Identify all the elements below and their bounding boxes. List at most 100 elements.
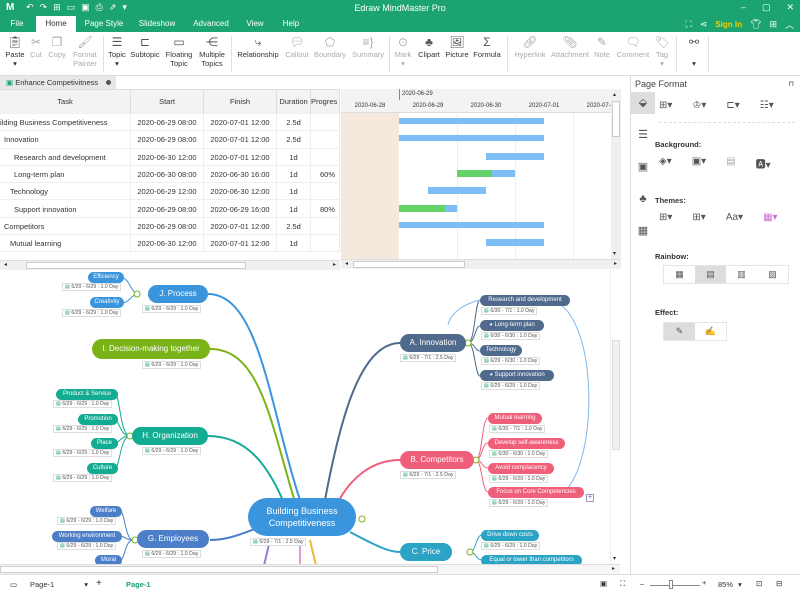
topic-process[interactable]: J. Process bbox=[148, 285, 208, 303]
add-topic-icon[interactable]: + bbox=[586, 494, 594, 502]
cell-start[interactable]: 2020-06-29 12:00 bbox=[131, 183, 204, 201]
rainbow-option-3[interactable]: ▥ bbox=[726, 266, 757, 283]
sign-in-button[interactable]: Sign In bbox=[715, 20, 742, 29]
rainbow-option-2[interactable]: ▤ bbox=[695, 266, 726, 283]
cell-progress[interactable] bbox=[311, 217, 340, 235]
cell-start[interactable]: 2020-06-29 08:00 bbox=[131, 217, 204, 235]
subtopic-long-term-plan[interactable]: ◕ Long-term plan bbox=[480, 320, 544, 331]
topic-button[interactable]: ☰ Topic ▾ bbox=[106, 34, 128, 68]
subtopic-focus-core-competencies[interactable]: Focus on Core Competencies bbox=[488, 487, 584, 498]
tab-help[interactable]: Help bbox=[276, 16, 306, 32]
table-horizontal-scrollbar[interactable]: ◂ ▸ bbox=[0, 260, 340, 270]
table-row[interactable]: Long-term plan 2020-06-30 08:00 2020-06-30… bbox=[0, 165, 340, 184]
scroll-right-icon[interactable]: ▸ bbox=[614, 260, 617, 267]
floating-topic-button[interactable]: ▭ Floating Topic bbox=[163, 34, 195, 68]
table-row[interactable]: Competitors 2020-06-29 08:00 2020-07-01 12… bbox=[0, 217, 340, 236]
table-row[interactable]: Innovation 2020-06-29 08:00 2020-07-01 12:… bbox=[0, 131, 340, 149]
subtopic-efficiency[interactable]: Efficiency bbox=[88, 272, 124, 283]
table-row[interactable]: ilding Business Competitiveness 2020-06-2… bbox=[0, 114, 340, 132]
cell-start[interactable]: 2020-06-30 12:00 bbox=[131, 148, 204, 166]
layout-button[interactable]: ⚯ ▾ bbox=[684, 34, 704, 68]
layout-icon[interactable]: ⊞▾ bbox=[659, 100, 672, 111]
zoom-in-button[interactable]: + bbox=[702, 578, 706, 587]
subtopic-promotion[interactable]: Promotion bbox=[78, 414, 118, 425]
outline-list-icon[interactable]: ☰ bbox=[631, 124, 655, 146]
numbering-icon[interactable]: ☷▾ bbox=[760, 100, 774, 111]
column-header-duration[interactable]: Duration bbox=[277, 90, 311, 114]
column-header-task[interactable]: Task bbox=[0, 90, 131, 114]
chart-vertical-scrollbar[interactable]: ▴ ▾ bbox=[611, 89, 621, 259]
central-topic[interactable]: Building Business Competitiveness bbox=[248, 498, 356, 536]
task-bar[interactable] bbox=[486, 152, 544, 160]
cell-progress[interactable]: 60% bbox=[311, 165, 340, 183]
scrollbar-thumb[interactable] bbox=[353, 261, 465, 268]
cell-duration[interactable]: 1d bbox=[277, 183, 311, 201]
cell-start[interactable]: 2020-06-29 08:00 bbox=[131, 114, 204, 131]
topic-innovation[interactable]: A. Innovation bbox=[400, 334, 466, 352]
summary-task-bar[interactable] bbox=[399, 135, 544, 142]
cell-task[interactable]: Mutual learning bbox=[0, 235, 131, 253]
cell-task[interactable]: Innovation bbox=[0, 131, 131, 149]
pin-icon[interactable]: ⊓ bbox=[789, 80, 794, 88]
tab-advanced[interactable]: Advanced bbox=[188, 16, 234, 32]
column-header-finish[interactable]: Finish bbox=[204, 90, 277, 114]
subtopic-creativity[interactable]: Creativity bbox=[90, 297, 124, 308]
cell-duration[interactable]: 2.5d bbox=[277, 217, 311, 235]
cell-start[interactable]: 2020-06-30 08:00 bbox=[131, 165, 204, 183]
task-bar[interactable] bbox=[428, 187, 486, 195]
task-bar[interactable] bbox=[486, 239, 544, 247]
scrollbar-thumb[interactable] bbox=[26, 262, 246, 269]
zoom-slider-thumb[interactable] bbox=[669, 580, 674, 589]
scroll-right-icon[interactable]: ▸ bbox=[333, 261, 336, 268]
cell-duration[interactable]: 2.5d bbox=[277, 114, 311, 131]
subtopic-avoid-complacency[interactable]: Avoid complacency bbox=[488, 463, 554, 474]
task-panel-icon[interactable]: ▦ bbox=[631, 220, 655, 242]
subtopic-mutual-learning[interactable]: Mutual learning bbox=[488, 413, 542, 424]
tab-home[interactable]: Home bbox=[36, 16, 76, 32]
theme-icon[interactable]: ⊞▾ bbox=[659, 212, 672, 223]
tag-button[interactable]: 🏷︎ Tag ▾ bbox=[653, 34, 671, 68]
document-tab[interactable]: ▣ Enhance Competivitness bbox=[0, 76, 116, 89]
cell-progress[interactable] bbox=[311, 131, 340, 149]
cell-progress[interactable] bbox=[311, 235, 340, 253]
structure-icon[interactable]: ♔▾ bbox=[692, 100, 706, 111]
connector-style-icon[interactable]: ⊏▾ bbox=[726, 100, 739, 111]
mindmap-canvas[interactable]: Building Business Competitiveness 6/29 -… bbox=[0, 270, 620, 574]
apps-icon[interactable]: ⊞ bbox=[769, 19, 777, 30]
subtopic-working-environment[interactable]: Working environment bbox=[52, 531, 122, 542]
canvas-horizontal-scrollbar[interactable]: ▸ bbox=[0, 564, 620, 574]
topic-employees[interactable]: G. Employees bbox=[137, 530, 209, 548]
cell-duration[interactable]: 1d bbox=[277, 200, 311, 218]
subtopic-welfare[interactable]: Welfare bbox=[90, 506, 122, 517]
topic-decision-making[interactable]: I. Decision-making together bbox=[92, 339, 210, 359]
topic-organization[interactable]: H. Organization bbox=[132, 427, 208, 445]
tab-page-style[interactable]: Page Style bbox=[80, 16, 128, 32]
watermark-icon[interactable]: 🅰︎▾ bbox=[756, 156, 771, 171]
subtopic-place[interactable]: Place bbox=[91, 438, 118, 449]
cell-task[interactable]: Research and development bbox=[0, 148, 131, 166]
subtopic-culture[interactable]: Culture bbox=[87, 463, 118, 474]
table-row[interactable]: Mutual learning 2020-06-30 12:00 2020-07-0… bbox=[0, 235, 340, 253]
cell-duration[interactable]: 2.5d bbox=[277, 131, 311, 149]
relationship-button[interactable]: ⤷ Relationship bbox=[236, 34, 280, 59]
color-scheme-icon[interactable]: ▦▾ bbox=[763, 212, 777, 223]
copy-button[interactable]: ❐ Copy bbox=[46, 34, 68, 59]
cell-finish[interactable]: 2020-07-01 12:00 bbox=[204, 114, 277, 131]
cell-start[interactable]: 2020-06-29 08:00 bbox=[131, 131, 204, 149]
column-header-progress[interactable]: Progres bbox=[311, 90, 340, 114]
picture-button[interactable]: 🖼︎ Picture bbox=[444, 34, 470, 59]
cell-progress[interactable] bbox=[311, 148, 340, 166]
effect-handdrawn-icon[interactable]: ✍ bbox=[695, 323, 726, 340]
subtopic-product-service[interactable]: Product & Service bbox=[56, 389, 118, 400]
cell-finish[interactable]: 2020-07-01 12:00 bbox=[204, 148, 277, 166]
cell-duration[interactable]: 1d bbox=[277, 148, 311, 166]
tab-slideshow[interactable]: Slideshow bbox=[134, 16, 180, 32]
hyperlink-button[interactable]: 🔗︎ Hyperlink bbox=[512, 34, 548, 59]
clipart-panel-icon[interactable]: ♣ bbox=[631, 188, 655, 210]
fit-page-icon[interactable]: ▣ bbox=[600, 579, 607, 588]
clipart-button[interactable]: ♣ Clipart bbox=[416, 34, 442, 59]
mark-button[interactable]: ⊙ Mark ▾ bbox=[392, 34, 414, 68]
scroll-up-icon[interactable]: ▴ bbox=[613, 91, 616, 98]
topic-price[interactable]: C. Price bbox=[400, 543, 452, 561]
cell-start[interactable]: 2020-06-29 08:00 bbox=[131, 200, 204, 218]
